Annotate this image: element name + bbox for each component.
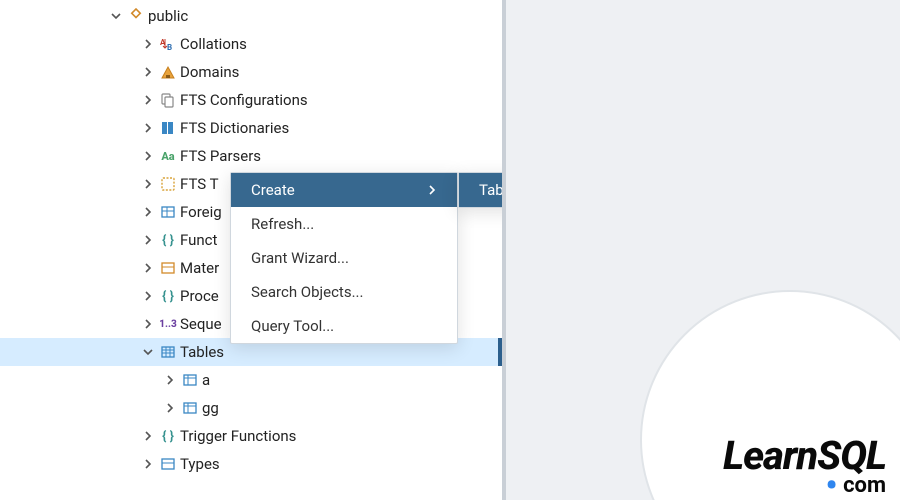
menu-item-label: Grant Wizard... xyxy=(251,249,349,267)
menu-item-grant-wizard[interactable]: Grant Wizard... xyxy=(231,241,457,275)
tree-label: gg xyxy=(200,399,219,417)
tree-label: a xyxy=(200,371,210,389)
tree-label: Domains xyxy=(178,63,239,81)
chevron-right-icon[interactable] xyxy=(138,291,158,301)
menu-item-query-tool[interactable]: Query Tool... xyxy=(231,309,457,343)
learnsql-logo: LearnSQL • com xyxy=(723,432,886,498)
chevron-right-icon[interactable] xyxy=(138,123,158,133)
tree-node-schema-public[interactable]: public xyxy=(0,2,502,30)
tree-label: FTS Configurations xyxy=(178,91,308,109)
fts-config-icon xyxy=(158,92,178,108)
chevron-right-icon[interactable] xyxy=(160,375,180,385)
chevron-right-icon[interactable] xyxy=(138,207,158,217)
chevron-right-icon[interactable] xyxy=(138,67,158,77)
tree-label: public xyxy=(146,7,188,25)
tree-label: FTS Parsers xyxy=(178,147,261,165)
tree-label: Types xyxy=(178,455,220,473)
tree-node-types[interactable]: Types xyxy=(0,450,502,478)
tree-node-domains[interactable]: Domains xyxy=(0,58,502,86)
schema-icon xyxy=(126,8,146,24)
menu-item-refresh[interactable]: Refresh... xyxy=(231,207,457,241)
chevron-down-icon[interactable] xyxy=(106,11,126,21)
tree-label: Foreig xyxy=(178,203,222,221)
collations-icon: AB xyxy=(158,36,178,52)
tree-node-trigger-functions[interactable]: { } Trigger Functions xyxy=(0,422,502,450)
tree-label: Collations xyxy=(178,35,247,53)
chevron-right-icon[interactable] xyxy=(138,263,158,273)
tree-node-table-gg[interactable]: gg xyxy=(0,394,502,422)
chevron-right-icon[interactable] xyxy=(160,403,180,413)
domains-icon xyxy=(158,64,178,80)
chevron-right-icon[interactable] xyxy=(138,95,158,105)
tables-icon xyxy=(158,344,178,360)
chevron-right-icon[interactable] xyxy=(138,235,158,245)
tree-node-table-a[interactable]: a xyxy=(0,366,502,394)
tree-label: Seque xyxy=(178,315,222,333)
foreign-table-icon xyxy=(158,204,178,220)
logo-text-learn: Learn xyxy=(723,432,817,479)
tree-node-fts-config[interactable]: FTS Configurations xyxy=(0,86,502,114)
object-browser-tree[interactable]: public AB Collations Domains FTS Configu… xyxy=(0,0,502,500)
fts-parsers-icon: Aa xyxy=(158,150,178,163)
tree-node-collations[interactable]: AB Collations xyxy=(0,30,502,58)
tree-label: FTS Dictionaries xyxy=(178,119,289,137)
chevron-right-icon[interactable] xyxy=(138,39,158,49)
chevron-right-icon[interactable] xyxy=(138,151,158,161)
matviews-icon xyxy=(158,260,178,276)
chevron-right-icon[interactable] xyxy=(138,179,158,189)
chevron-right-icon[interactable] xyxy=(138,319,158,329)
tree-label: Funct xyxy=(178,231,217,249)
chevron-right-icon xyxy=(427,185,437,195)
tree-label: Proce xyxy=(178,287,219,305)
chevron-right-icon[interactable] xyxy=(138,459,158,469)
tree-node-fts-dict[interactable]: FTS Dictionaries xyxy=(0,114,502,142)
tree-label: Trigger Functions xyxy=(178,427,296,445)
menu-item-label: Refresh... xyxy=(251,215,314,233)
fts-dict-icon xyxy=(158,120,178,136)
chevron-down-icon[interactable] xyxy=(138,347,158,357)
table-icon xyxy=(180,372,200,388)
content-panel: LearnSQL • com xyxy=(502,0,900,500)
trigger-functions-icon: { } xyxy=(158,429,178,444)
svg-text:B: B xyxy=(167,43,172,52)
menu-item-label: Search Objects... xyxy=(251,283,363,301)
functions-icon: { } xyxy=(158,233,178,248)
tree-label: Tables xyxy=(178,343,224,361)
tree-node-fts-parsers[interactable]: Aa FTS Parsers xyxy=(0,142,502,170)
menu-item-search-objects[interactable]: Search Objects... xyxy=(231,275,457,309)
menu-item-label: Create xyxy=(251,181,295,199)
logo-text-com: com xyxy=(843,473,886,498)
menu-item-label: Query Tool... xyxy=(251,317,334,335)
fts-templates-icon xyxy=(158,176,178,192)
menu-item-create[interactable]: Create xyxy=(231,173,457,207)
chevron-right-icon[interactable] xyxy=(138,431,158,441)
logo-dot-icon: • xyxy=(825,466,837,500)
procedures-icon: { } xyxy=(158,289,178,304)
tree-label: Mater xyxy=(178,259,219,277)
context-menu[interactable]: Create Refresh... Grant Wizard... Search… xyxy=(230,172,458,344)
types-icon xyxy=(158,456,178,472)
table-icon xyxy=(180,400,200,416)
tree-label: FTS T xyxy=(178,175,219,193)
sequences-icon: 1..3 xyxy=(158,319,178,330)
